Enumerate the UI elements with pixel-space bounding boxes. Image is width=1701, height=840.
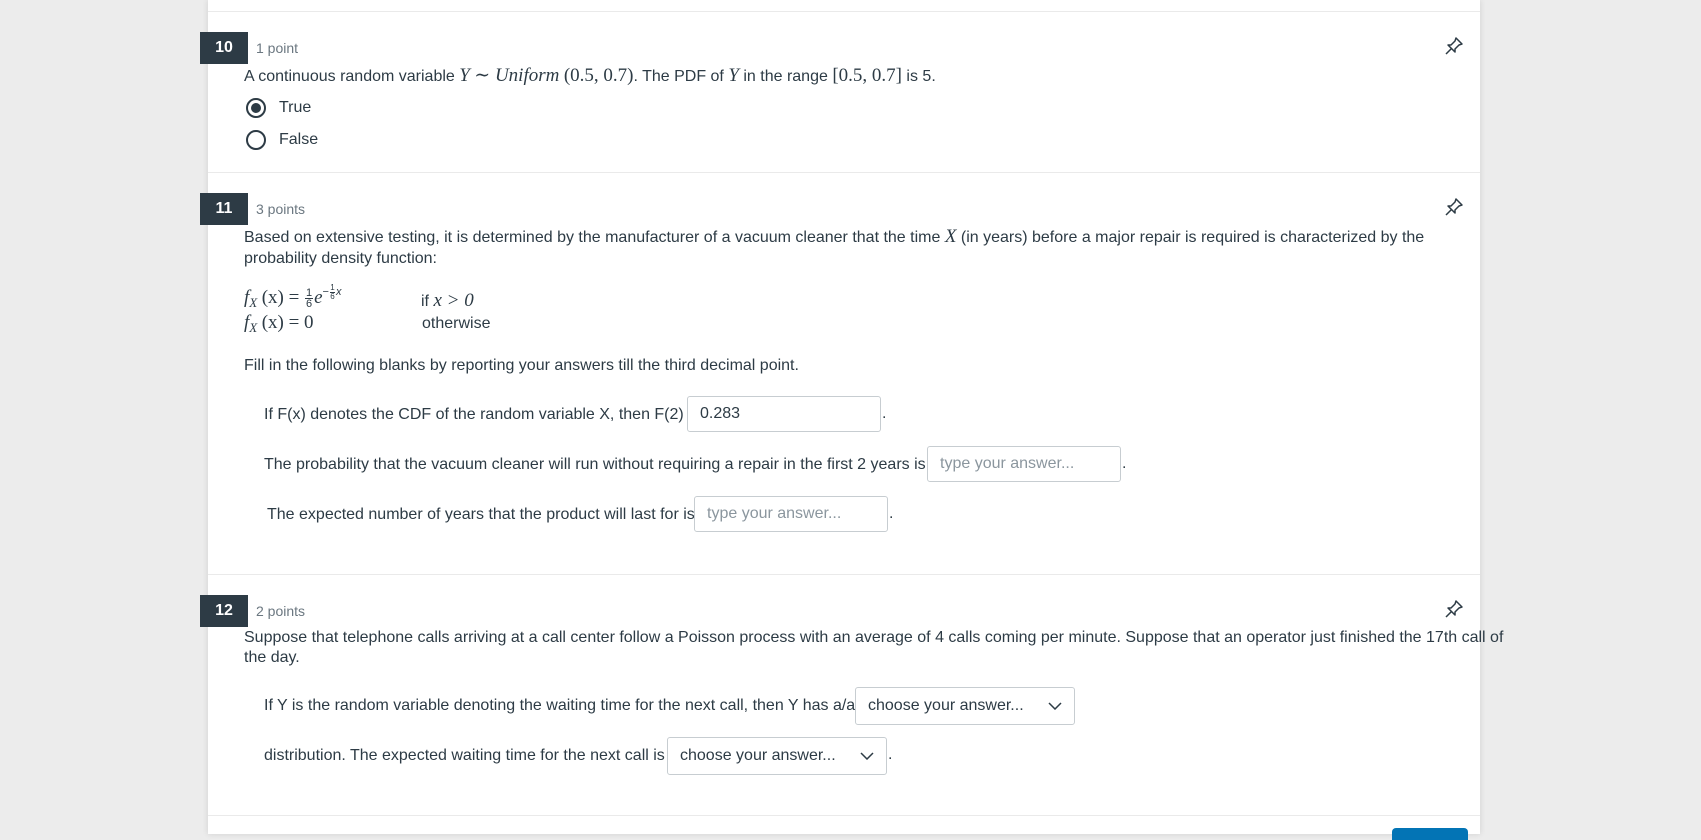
divider bbox=[208, 11, 1480, 12]
chevron-down-icon bbox=[1048, 702, 1062, 710]
punctuation: . bbox=[888, 746, 893, 763]
instruction-text: Fill in the following blanks by reportin… bbox=[244, 357, 799, 374]
question-number: 12 bbox=[200, 595, 248, 627]
divider bbox=[208, 815, 1480, 816]
pin-icon[interactable] bbox=[1444, 36, 1464, 56]
question-text: A continuous random variable Y ∼ Uniform… bbox=[244, 65, 936, 86]
next-button[interactable] bbox=[1392, 828, 1468, 840]
question-number: 11 bbox=[200, 193, 248, 225]
select-value: choose your answer... bbox=[680, 747, 836, 764]
blank-prompt: The expected number of years that the pr… bbox=[267, 506, 695, 523]
radio-true[interactable] bbox=[246, 98, 266, 118]
answer-input-survival[interactable]: type your answer... bbox=[927, 446, 1121, 482]
answer-input-cdf[interactable]: 0.283 bbox=[687, 396, 881, 432]
punctuation: . bbox=[882, 405, 887, 422]
pdf-condition: otherwise bbox=[422, 315, 491, 332]
question-points: 2 points bbox=[256, 603, 306, 619]
divider bbox=[208, 574, 1480, 575]
question-points: 1 point bbox=[256, 40, 299, 56]
question-text: Suppose that telephone calls arriving at… bbox=[244, 629, 1504, 646]
question-text: Based on extensive testing, it is determ… bbox=[244, 226, 1425, 247]
divider bbox=[208, 172, 1480, 173]
pin-icon[interactable] bbox=[1444, 599, 1464, 619]
option-label[interactable]: True bbox=[279, 99, 311, 117]
question-points: 3 points bbox=[256, 201, 306, 217]
blank-prompt: If F(x) denotes the CDF of the random va… bbox=[264, 406, 698, 423]
question-text: probability density function: bbox=[244, 250, 437, 267]
select-value: choose your answer... bbox=[868, 697, 1024, 714]
pdf-row-2: fX (x) = 0 bbox=[244, 312, 314, 335]
radio-false[interactable] bbox=[246, 130, 266, 150]
select-prompt: If Y is the random variable denoting the… bbox=[264, 697, 865, 714]
pdf-condition: if x > 0 bbox=[421, 290, 474, 311]
question-text: the day. bbox=[244, 649, 300, 666]
waiting-time-select[interactable]: choose your answer... bbox=[667, 737, 887, 775]
distribution-select[interactable]: choose your answer... bbox=[855, 687, 1075, 725]
answer-input-expected[interactable]: type your answer... bbox=[694, 496, 888, 532]
pin-icon[interactable] bbox=[1444, 197, 1464, 217]
chevron-down-icon bbox=[860, 752, 874, 760]
option-label[interactable]: False bbox=[279, 131, 318, 149]
blank-prompt: The probability that the vacuum cleaner … bbox=[264, 456, 926, 473]
select-prompt: distribution. The expected waiting time … bbox=[264, 747, 665, 764]
pdf-row-1: fX (x) = 1 6 e− 1 6 x bbox=[244, 282, 342, 311]
punctuation: . bbox=[889, 505, 894, 522]
punctuation: . bbox=[1122, 455, 1127, 472]
question-number: 10 bbox=[200, 32, 248, 64]
